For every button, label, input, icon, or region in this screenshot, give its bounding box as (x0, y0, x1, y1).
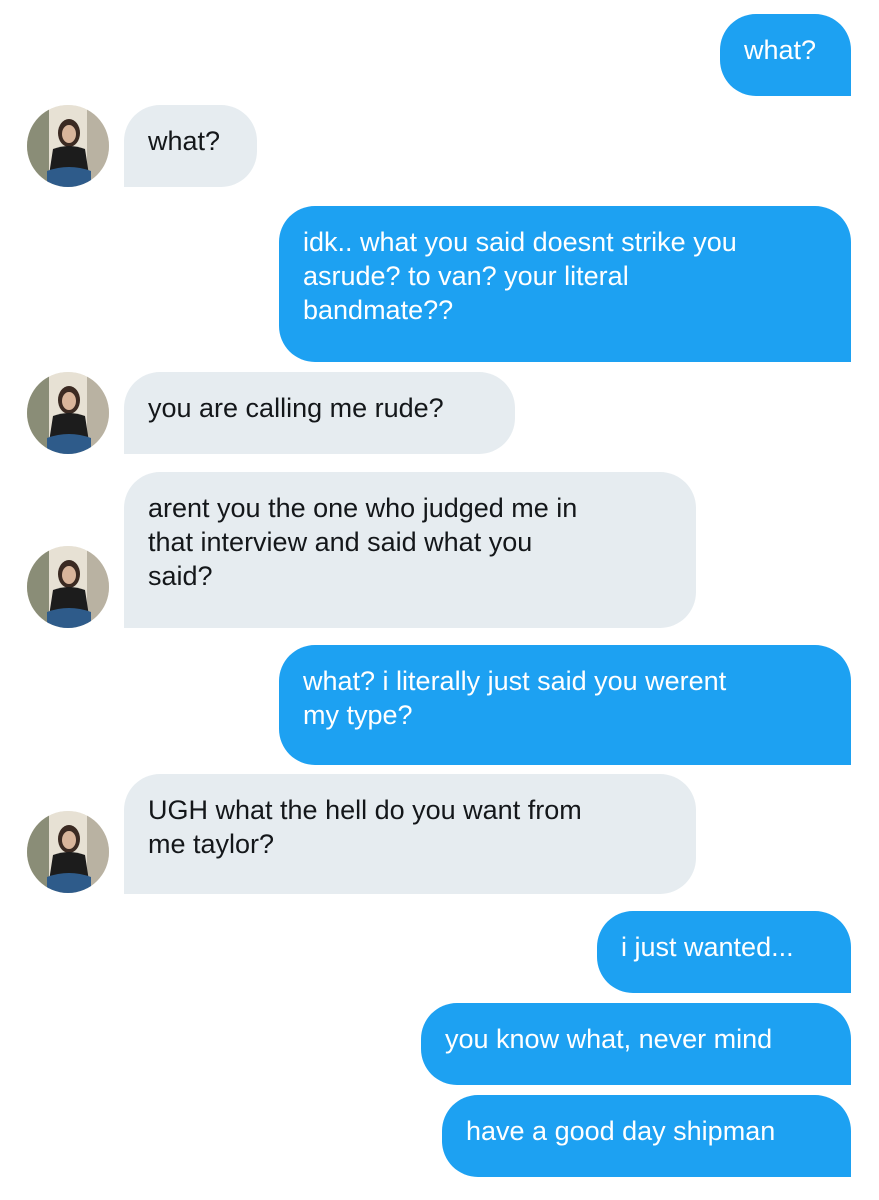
received-message[interactable]: what? (124, 105, 257, 187)
avatar-photo-icon (27, 811, 109, 893)
received-message[interactable]: UGH what the hell do you want from me ta… (124, 774, 696, 894)
avatar-photo-icon (27, 372, 109, 454)
sent-message[interactable]: what? (720, 14, 851, 96)
contact-avatar[interactable] (27, 372, 109, 454)
avatar-photo-icon (27, 546, 109, 628)
contact-avatar[interactable] (27, 546, 109, 628)
contact-avatar[interactable] (27, 105, 109, 187)
received-message[interactable]: you are calling me rude? (124, 372, 515, 454)
sent-message[interactable]: i just wanted... (597, 911, 851, 993)
sent-message[interactable]: you know what, never mind (421, 1003, 851, 1085)
avatar-photo-icon (27, 105, 109, 187)
received-message[interactable]: arent you the one who judged me in that … (124, 472, 696, 628)
sent-message[interactable]: have a good day shipman (442, 1095, 851, 1177)
sent-message[interactable]: what? i literally just said you werent m… (279, 645, 851, 765)
message-thread: what? what? idk.. what you said doesnt s… (0, 0, 879, 1200)
contact-avatar[interactable] (27, 811, 109, 893)
sent-message[interactable]: idk.. what you said doesnt strike you as… (279, 206, 851, 362)
